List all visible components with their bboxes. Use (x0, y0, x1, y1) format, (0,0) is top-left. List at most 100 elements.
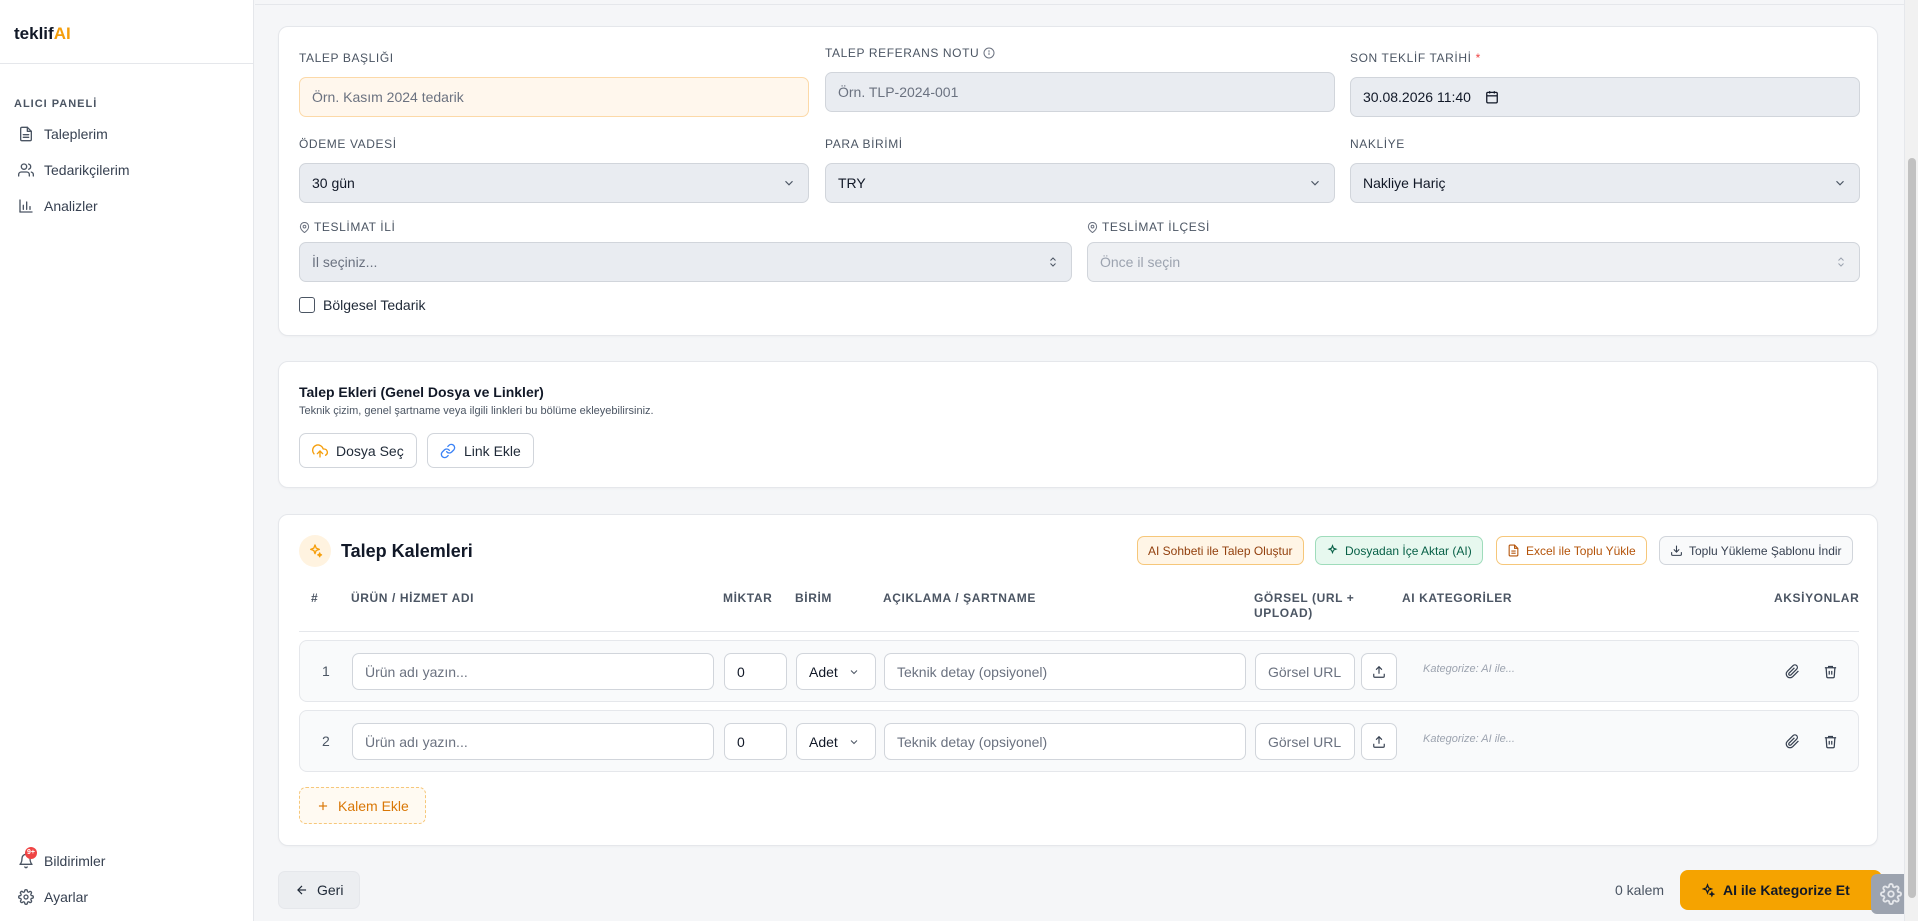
city-label: TESLİMAT İLİ (299, 220, 1072, 234)
title-label: TALEP BAŞLIĞI (299, 51, 394, 65)
shipping-label: NAKLİYE (1350, 137, 1405, 151)
top-divider (255, 4, 1904, 5)
attachments-description: Teknik çizim, genel şartname veya ilgili… (299, 405, 654, 417)
chevron-down-icon (782, 176, 796, 190)
chevron-down-icon (848, 736, 860, 748)
image-url-input[interactable]: Görsel URL (1255, 653, 1355, 690)
shipping-select[interactable]: Nakliye Hariç (1350, 163, 1860, 203)
download-icon (1670, 544, 1683, 557)
download-template-label: Toplu Yükleme Şablonu İndir (1689, 543, 1842, 558)
excel-bulk-upload-button[interactable]: Excel ile Toplu Yükle (1496, 536, 1647, 565)
payment-term-select[interactable]: 30 gün (299, 163, 809, 203)
unit-select[interactable]: Adet (796, 723, 876, 760)
sidebar: teklifAI ALICI PANELİ Taleplerim Tedarik… (0, 0, 254, 921)
excel-bulk-upload-label: Excel ile Toplu Yükle (1526, 543, 1636, 558)
city-select[interactable]: İl seçiniz... (299, 242, 1072, 282)
deadline-label-text: SON TEKLİF TARİHİ (1350, 51, 1472, 65)
table-row: 2 Ürün adı yazın... 0 Adet Teknik detay … (299, 710, 1859, 772)
currency-value: TRY (838, 175, 866, 191)
upload-image-button[interactable] (1361, 723, 1397, 760)
plus-icon (316, 799, 330, 813)
ai-chat-create-label: AI Sohbeti ile Talep Oluştur (1148, 543, 1293, 558)
district-placeholder: Önce il seçin (1100, 254, 1181, 270)
shipping-field: NAKLİYE Nakliye Hariç (1350, 137, 1860, 203)
arrow-left-icon (295, 883, 309, 897)
sidebar-item-label: Analizler (44, 198, 98, 214)
description-input[interactable]: Teknik detay (opsiyonel) (884, 723, 1246, 760)
brand-logo[interactable]: teklifAI (0, 0, 253, 64)
regional-supply-label: Bölgesel Tedarik (323, 297, 426, 313)
reference-field: TALEP REFERANS NOTU Örn. TLP-2024-001 (825, 46, 1335, 112)
currency-select[interactable]: TRY (825, 163, 1335, 203)
product-name-input[interactable]: Ürün adı yazın... (352, 723, 714, 760)
trash-icon[interactable] (1820, 661, 1840, 681)
unit-select[interactable]: Adet (796, 653, 876, 690)
city-label-text: TESLİMAT İLİ (314, 220, 396, 234)
product-name-input[interactable]: Ürün adı yazın... (352, 653, 714, 690)
add-link-button[interactable]: Link Ekle (427, 433, 534, 468)
select-file-button[interactable]: Dosya Seç (299, 433, 417, 468)
trash-icon[interactable] (1820, 731, 1840, 751)
paperclip-icon[interactable] (1782, 661, 1802, 681)
ai-category-hint: Kategorize: AI ile... (1423, 733, 1515, 745)
quantity-input[interactable]: 0 (724, 723, 787, 760)
regional-supply-checkbox[interactable] (299, 297, 315, 313)
payment-term-value: 30 gün (312, 175, 355, 191)
add-item-button[interactable]: Kalem Ekle (299, 787, 426, 824)
chevron-down-icon (848, 666, 860, 678)
reference-input[interactable]: Örn. TLP-2024-001 (825, 72, 1335, 112)
link-icon (440, 443, 456, 459)
title-input[interactable]: Örn. Kasım 2024 tedarik (299, 77, 809, 117)
description-input[interactable]: Teknik detay (opsiyonel) (884, 653, 1246, 690)
page-scrollbar[interactable] (1904, 0, 1918, 921)
column-image: GÖRSEL (URL + UPLOAD) (1254, 591, 1355, 620)
sidebar-item-label: Ayarlar (44, 889, 89, 905)
row-number: 1 (322, 663, 330, 679)
upload-image-button[interactable] (1361, 653, 1397, 690)
sidebar-item-taleplerim[interactable]: Taleplerim (0, 116, 253, 152)
payment-term-label: ÖDEME VADESİ (299, 137, 397, 151)
import-from-file-label: Dosyadan İçe Aktar (AI) (1345, 543, 1472, 558)
quantity-input[interactable]: 0 (724, 653, 787, 690)
paperclip-icon[interactable] (1782, 731, 1802, 751)
info-icon[interactable] (983, 47, 995, 59)
currency-label: PARA BİRİMİ (825, 137, 903, 151)
sidebar-item-bildirimler[interactable]: 9+ Bildirimler (0, 843, 253, 879)
image-url-input[interactable]: Görsel URL (1255, 723, 1355, 760)
import-from-file-button[interactable]: Dosyadan İçe Aktar (AI) (1315, 536, 1483, 565)
chevrons-up-down-icon (1835, 255, 1847, 269)
ai-categorize-label: AI ile Kategorize Et (1723, 882, 1850, 898)
sidebar-item-tedarikcilerim[interactable]: Tedarikçilerim (0, 152, 253, 188)
ai-chat-create-button[interactable]: AI Sohbeti ile Talep Oluştur (1137, 536, 1304, 565)
download-template-button[interactable]: Toplu Yükleme Şablonu İndir (1659, 536, 1853, 565)
payment-term-field: ÖDEME VADESİ 30 gün (299, 137, 809, 203)
currency-field: PARA BİRİMİ TRY (825, 137, 1335, 203)
back-button[interactable]: Geri (278, 871, 361, 909)
calendar-icon[interactable] (1485, 90, 1499, 104)
chevron-down-icon (1833, 176, 1847, 190)
users-icon (18, 162, 34, 178)
item-count: 0 kalem (1615, 882, 1665, 898)
sparkles-icon (1700, 882, 1715, 898)
back-label: Geri (317, 882, 344, 898)
scrollbar-thumb[interactable] (1908, 158, 1916, 898)
regional-supply-option[interactable]: Bölgesel Tedarik (299, 297, 425, 313)
sidebar-item-ayarlar[interactable]: Ayarlar (0, 879, 253, 915)
file-sheet-icon (1507, 544, 1520, 557)
main-content: TALEP BAŞLIĞI Örn. Kasım 2024 tedarik TA… (255, 0, 1904, 921)
ai-categorize-button[interactable]: AI ile Kategorize Et (1680, 870, 1882, 910)
attachments-card: Talep Ekleri (Genel Dosya ve Linkler) Te… (278, 361, 1878, 488)
deadline-input[interactable]: 30.08.2026 11:40 (1350, 77, 1860, 117)
column-unit: BİRİM (795, 591, 832, 605)
district-label-text: TESLİMAT İLÇESİ (1102, 220, 1210, 234)
district-field: TESLİMAT İLÇESİ Önce il seçin (1087, 220, 1860, 282)
city-placeholder: İl seçiniz... (312, 254, 378, 270)
upload-icon (1372, 665, 1386, 679)
add-link-label: Link Ekle (464, 442, 521, 459)
sidebar-item-analizler[interactable]: Analizler (0, 188, 253, 224)
district-select[interactable]: Önce il seçin (1087, 242, 1860, 282)
deadline-field: SON TEKLİF TARİHİ * 30.08.2026 11:40 (1350, 51, 1860, 117)
add-item-label: Kalem Ekle (338, 797, 409, 814)
sparkles-icon (299, 535, 331, 567)
chevron-down-icon (1308, 176, 1322, 190)
